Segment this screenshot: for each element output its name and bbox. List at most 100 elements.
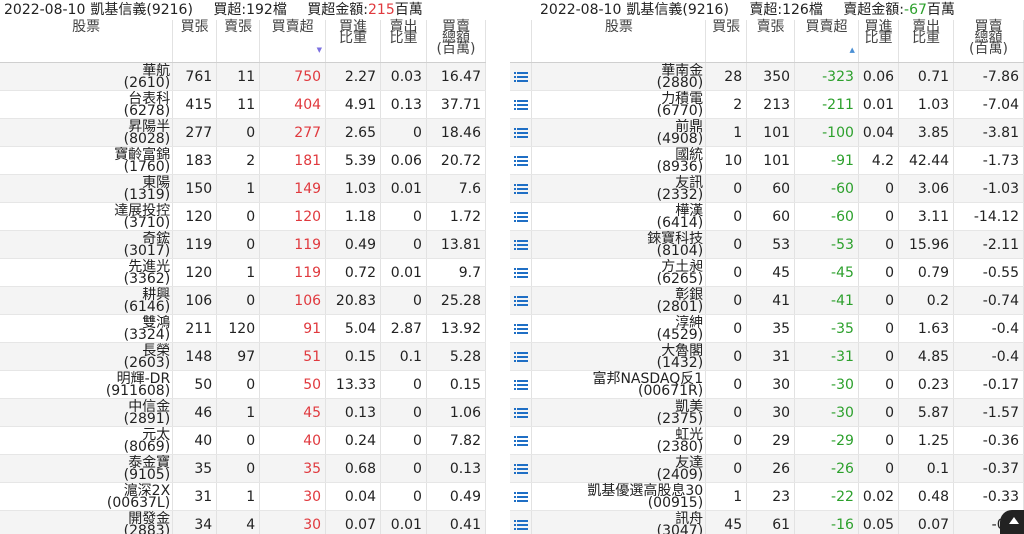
header-sell-ratio[interactable]: 賣出 比重 bbox=[898, 20, 955, 63]
list-icon[interactable] bbox=[510, 370, 533, 399]
stock-cell[interactable]: 明輝-DR (911608) bbox=[0, 370, 174, 399]
stock-cell[interactable]: 元太 (8069) bbox=[0, 426, 174, 455]
list-icon[interactable] bbox=[510, 342, 533, 371]
list-icon[interactable] bbox=[510, 286, 533, 315]
list-icon[interactable] bbox=[510, 314, 533, 343]
header-stock[interactable]: 股票 bbox=[531, 20, 707, 63]
header-sell[interactable]: 賣張 bbox=[216, 20, 261, 63]
table-row[interactable]: 凱基優選高股息30 (00915) 1 23 -22 0.02 0.48 -0.33 bbox=[510, 482, 1024, 511]
table-row[interactable]: 錸寶科技 (8104) 0 53 -53 0 15.96 -2.11 bbox=[510, 230, 1024, 259]
stock-cell[interactable]: 前鼎 (4908) bbox=[531, 118, 707, 147]
table-row[interactable]: 淳紳 (4529) 0 35 -35 0 1.63 -0.4 bbox=[510, 314, 1024, 343]
table-row[interactable]: 華航 (2610) 761 11 750 2.27 0.03 16.47 bbox=[0, 62, 486, 91]
sort-desc-icon[interactable]: ▼ bbox=[317, 45, 322, 56]
table-row[interactable]: 滬深2X (00637L) 31 1 30 0.04 0 0.49 bbox=[0, 482, 486, 511]
stock-cell[interactable]: 奇鋐 (3017) bbox=[0, 230, 174, 259]
table-row[interactable]: 台表科 (6278) 415 11 404 4.91 0.13 37.71 bbox=[0, 90, 486, 119]
scroll-to-top-icon[interactable] bbox=[1000, 510, 1024, 534]
stock-cell[interactable]: 彰銀 (2801) bbox=[531, 286, 707, 315]
list-icon[interactable] bbox=[510, 230, 533, 259]
list-icon[interactable] bbox=[510, 174, 533, 203]
list-icon[interactable] bbox=[510, 398, 533, 427]
stock-cell[interactable]: 虹光 (2380) bbox=[531, 426, 707, 455]
table-row[interactable]: 虹光 (2380) 0 29 -29 0 1.25 -0.36 bbox=[510, 426, 1024, 455]
stock-cell[interactable]: 達展投控 (3710) bbox=[0, 202, 174, 231]
stock-cell[interactable]: 錸寶科技 (8104) bbox=[531, 230, 707, 259]
table-row[interactable]: 彰銀 (2801) 0 41 -41 0 0.2 -0.74 bbox=[510, 286, 1024, 315]
stock-cell[interactable]: 昇陽半 (8028) bbox=[0, 118, 174, 147]
table-row[interactable]: 元太 (8069) 40 0 40 0.24 0 7.82 bbox=[0, 426, 486, 455]
stock-cell[interactable]: 訊舟 (3047) bbox=[531, 510, 707, 534]
table-row[interactable]: 友訊 (2332) 0 60 -60 0 3.06 -1.03 bbox=[510, 174, 1024, 203]
table-row[interactable]: 雙鴻 (3324) 211 120 91 5.04 2.87 13.92 bbox=[0, 314, 486, 343]
table-row[interactable]: 訊舟(3047)4561-160.050.07-0.3 bbox=[510, 510, 1024, 534]
stock-cell[interactable]: 華航 (2610) bbox=[0, 62, 174, 91]
stock-cell[interactable]: 國統 (8936) bbox=[531, 146, 707, 175]
stock-cell[interactable]: 台表科 (6278) bbox=[0, 90, 174, 119]
table-row[interactable]: 寶齡富錦 (1760) 183 2 181 5.39 0.06 20.72 bbox=[0, 146, 486, 175]
stock-cell[interactable]: 東陽 (1319) bbox=[0, 174, 174, 203]
list-icon[interactable] bbox=[510, 118, 533, 147]
stock-cell[interactable]: 凱基優選高股息30 (00915) bbox=[531, 482, 707, 511]
stock-cell[interactable]: 友訊 (2332) bbox=[531, 174, 707, 203]
stock-cell[interactable]: 華南金 (2880) bbox=[531, 62, 707, 91]
list-icon[interactable] bbox=[510, 202, 533, 231]
list-icon[interactable] bbox=[510, 510, 533, 534]
table-row[interactable]: 中信金 (2891) 46 1 45 0.13 0 1.06 bbox=[0, 398, 486, 427]
table-row[interactable]: 方土昶 (6265) 0 45 -45 0 0.79 -0.55 bbox=[510, 258, 1024, 287]
stock-cell[interactable]: 淳紳 (4529) bbox=[531, 314, 707, 343]
stock-cell[interactable]: 雙鴻 (3324) bbox=[0, 314, 174, 343]
header-buy[interactable]: 買張 bbox=[705, 20, 748, 63]
table-row[interactable]: 奇鋐 (3017) 119 0 119 0.49 0 13.81 bbox=[0, 230, 486, 259]
table-row[interactable]: 泰金寶 (9105) 35 0 35 0.68 0 0.13 bbox=[0, 454, 486, 483]
table-row[interactable]: 華南金 (2880) 28 350 -323 0.06 0.71 -7.86 bbox=[510, 62, 1024, 91]
table-row[interactable]: 國統 (8936) 10 101 -91 4.2 42.44 -1.73 bbox=[510, 146, 1024, 175]
table-row[interactable]: 長榮 (2603) 148 97 51 0.15 0.1 5.28 bbox=[0, 342, 486, 371]
list-icon[interactable] bbox=[510, 62, 533, 91]
header-stock[interactable]: 股票 bbox=[0, 20, 174, 63]
header-buy[interactable]: 買張 bbox=[172, 20, 218, 63]
list-icon[interactable] bbox=[510, 482, 533, 511]
stock-cell[interactable]: 先進光 (3362) bbox=[0, 258, 174, 287]
stock-cell[interactable]: 開發金 (2883) bbox=[0, 510, 174, 534]
table-row[interactable]: 耕興 (6146) 106 0 106 20.83 0 25.28 bbox=[0, 286, 486, 315]
stock-cell[interactable]: 富邦NASDAQ反1 (00671R) bbox=[531, 370, 707, 399]
stock-cell[interactable]: 方土昶 (6265) bbox=[531, 258, 707, 287]
sort-asc-icon[interactable]: ▲ bbox=[850, 45, 855, 56]
stock-cell[interactable]: 樺漢 (6414) bbox=[531, 202, 707, 231]
stock-cell[interactable]: 長榮 (2603) bbox=[0, 342, 174, 371]
table-row[interactable]: 力積電 (6770) 2 213 -211 0.01 1.03 -7.04 bbox=[510, 90, 1024, 119]
list-icon[interactable] bbox=[510, 90, 533, 119]
table-row[interactable]: 友達 (2409) 0 26 -26 0 0.1 -0.37 bbox=[510, 454, 1024, 483]
table-row[interactable]: 先進光 (3362) 120 1 119 0.72 0.01 9.7 bbox=[0, 258, 486, 287]
stock-cell[interactable]: 中信金 (2891) bbox=[0, 398, 174, 427]
stock-cell[interactable]: 大魯閣 (1432) bbox=[531, 342, 707, 371]
list-icon[interactable] bbox=[510, 426, 533, 455]
table-row[interactable]: 達展投控 (3710) 120 0 120 1.18 0 1.72 bbox=[0, 202, 486, 231]
list-icon[interactable] bbox=[510, 146, 533, 175]
stock-cell[interactable]: 滬深2X (00637L) bbox=[0, 482, 174, 511]
table-row[interactable]: 東陽 (1319) 150 1 149 1.03 0.01 7.6 bbox=[0, 174, 486, 203]
header-net[interactable]: 買賣超 ▲ bbox=[794, 20, 859, 63]
list-icon[interactable] bbox=[510, 454, 533, 483]
stock-cell[interactable]: 友達 (2409) bbox=[531, 454, 707, 483]
table-row[interactable]: 富邦NASDAQ反1 (00671R) 0 30 -30 0 0.23 -0.17 bbox=[510, 370, 1024, 399]
header-buy-ratio[interactable]: 買進 比重 bbox=[858, 20, 900, 63]
stock-cell[interactable]: 寶齡富錦 (1760) bbox=[0, 146, 174, 175]
stock-cell[interactable]: 凱美 (2375) bbox=[531, 398, 707, 427]
table-row[interactable]: 昇陽半 (8028) 277 0 277 2.65 0 18.46 bbox=[0, 118, 486, 147]
table-row[interactable]: 大魯閣 (1432) 0 31 -31 0 4.85 -0.4 bbox=[510, 342, 1024, 371]
header-sell[interactable]: 賣張 bbox=[746, 20, 796, 63]
table-row[interactable]: 凱美 (2375) 0 30 -30 0 5.87 -1.57 bbox=[510, 398, 1024, 427]
header-sell-ratio[interactable]: 賣出 比重 bbox=[380, 20, 427, 63]
table-row[interactable]: 明輝-DR (911608) 50 0 50 13.33 0 0.15 bbox=[0, 370, 486, 399]
stock-cell[interactable]: 泰金寶 (9105) bbox=[0, 454, 174, 483]
stock-cell[interactable]: 力積電 (6770) bbox=[531, 90, 707, 119]
header-total[interactable]: 買賣 總額 (百萬) bbox=[953, 20, 1024, 63]
table-row[interactable]: 樺漢 (6414) 0 60 -60 0 3.11 -14.12 bbox=[510, 202, 1024, 231]
header-total[interactable]: 買賣 總額 (百萬) bbox=[426, 20, 486, 63]
header-net[interactable]: 買賣超 ▼ bbox=[259, 20, 327, 63]
table-row[interactable]: 前鼎 (4908) 1 101 -100 0.04 3.85 -3.81 bbox=[510, 118, 1024, 147]
stock-cell[interactable]: 耕興 (6146) bbox=[0, 286, 174, 315]
list-icon[interactable] bbox=[510, 258, 533, 287]
